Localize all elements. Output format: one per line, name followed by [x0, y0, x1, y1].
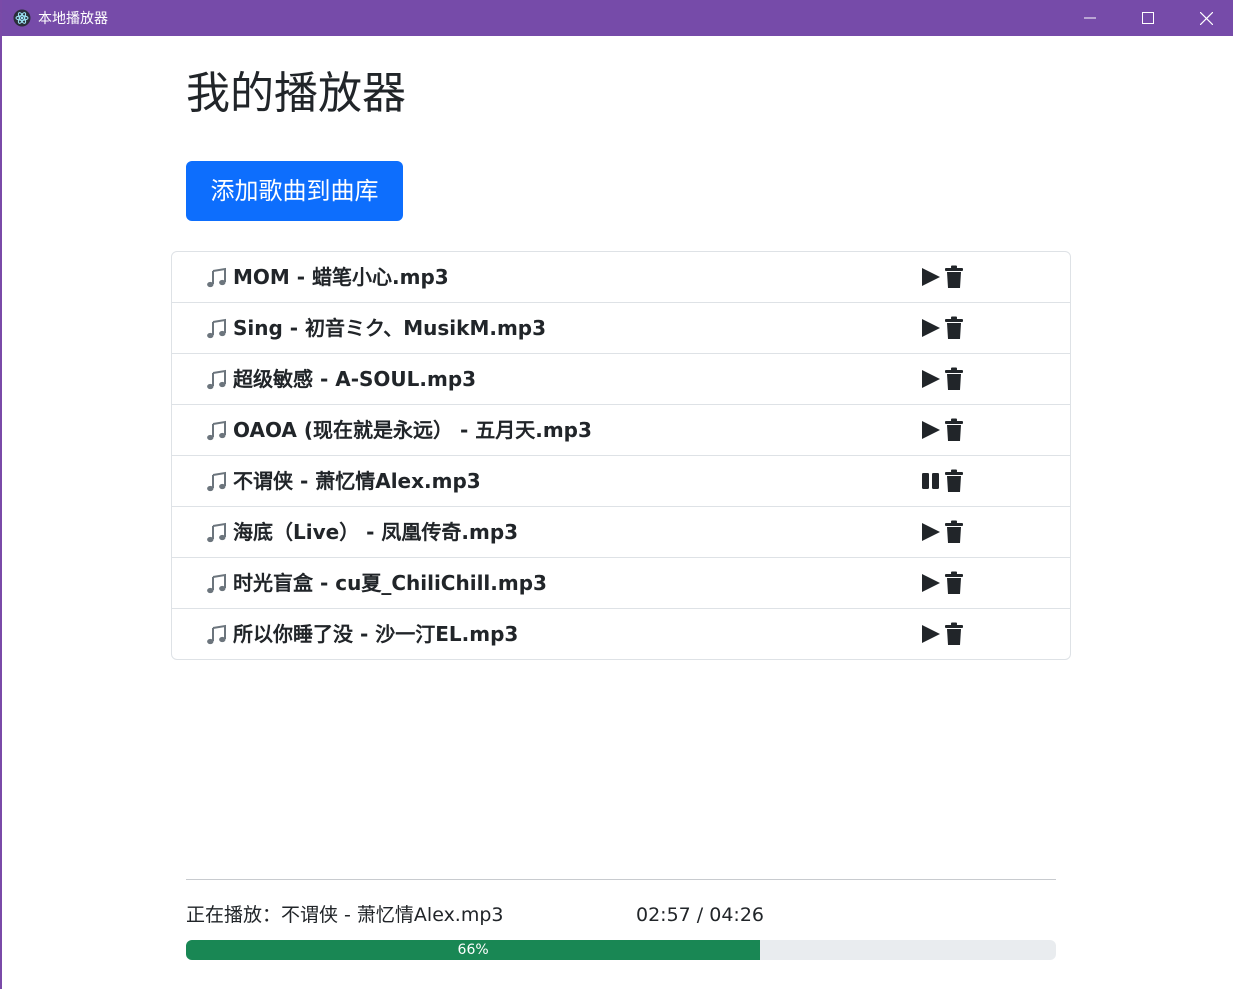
- song-name: OAOA (现在就是永远） - 五月天.mp3: [233, 418, 592, 442]
- close-icon: [1199, 11, 1213, 25]
- delete-button[interactable]: [944, 316, 964, 340]
- play-icon: [922, 523, 940, 541]
- play-button[interactable]: [920, 368, 942, 390]
- maximize-button[interactable]: [1119, 0, 1177, 36]
- music-note-icon: [207, 369, 226, 390]
- page-title: 我的播放器: [186, 68, 406, 119]
- delete-button[interactable]: [944, 469, 964, 493]
- music-note-icon: [207, 624, 226, 645]
- minimize-icon: [1084, 17, 1096, 19]
- song-list-item: 超级敏感 - A-SOUL.mp3: [172, 354, 1070, 405]
- add-song-button[interactable]: 添加歌曲到曲库: [186, 161, 403, 221]
- maximize-icon: [1142, 12, 1154, 24]
- now-playing-text: 正在播放：不谓侠 - 萧忆情Alex.mp3: [186, 904, 504, 926]
- music-note-icon: [207, 267, 226, 288]
- play-button[interactable]: [920, 419, 942, 441]
- music-note-icon: [207, 573, 226, 594]
- window-title: 本地播放器: [38, 11, 108, 27]
- music-note-icon: [207, 318, 226, 339]
- song-name: 所以你睡了没 - 沙一汀EL.mp3: [233, 622, 519, 646]
- play-button[interactable]: [920, 266, 942, 288]
- progress-bar[interactable]: 66%: [186, 940, 1056, 960]
- footer-divider: [186, 879, 1056, 880]
- play-icon: [922, 370, 940, 388]
- song-list: MOM - 蜡笔小心.mp3 Sing - 初音ミク、MusikM.mp3 超级…: [171, 251, 1071, 660]
- delete-button[interactable]: [944, 418, 964, 442]
- song-list-item: Sing - 初音ミク、MusikM.mp3: [172, 303, 1070, 354]
- play-icon: [922, 319, 940, 337]
- play-icon: [922, 421, 940, 439]
- song-list-item: OAOA (现在就是永远） - 五月天.mp3: [172, 405, 1070, 456]
- song-name: 超级敏感 - A-SOUL.mp3: [233, 367, 477, 391]
- music-note-icon: [207, 471, 226, 492]
- pause-button[interactable]: [920, 470, 942, 492]
- song-list-item: 海底（Live） - 凤凰传奇.mp3: [172, 507, 1070, 558]
- pause-icon: [932, 473, 939, 489]
- song-name: 海底（Live） - 凤凰传奇.mp3: [233, 520, 519, 544]
- song-list-item: 所以你睡了没 - 沙一汀EL.mp3: [172, 609, 1070, 659]
- delete-button[interactable]: [944, 622, 964, 646]
- song-name: MOM - 蜡笔小心.mp3: [233, 265, 449, 289]
- play-button[interactable]: [920, 623, 942, 645]
- song-name: 时光盲盒 - cu夏_ChiliChill.mp3: [233, 571, 547, 595]
- window-controls: [1061, 0, 1233, 36]
- music-note-icon: [207, 420, 226, 441]
- play-button[interactable]: [920, 521, 942, 543]
- delete-button[interactable]: [944, 367, 964, 391]
- minimize-button[interactable]: [1061, 0, 1119, 36]
- play-button[interactable]: [920, 572, 942, 594]
- song-name: Sing - 初音ミク、MusikM.mp3: [233, 316, 547, 340]
- time-readout: 02:57 / 04:26: [636, 904, 764, 926]
- pause-icon: [922, 473, 929, 489]
- play-icon: [922, 574, 940, 592]
- title-bar[interactable]: 本地播放器: [2, 0, 1233, 36]
- play-icon: [922, 625, 940, 643]
- song-list-item: MOM - 蜡笔小心.mp3: [172, 252, 1070, 303]
- app-window: 本地播放器 我的播放器 添加歌曲到曲库 MOM - 蜡笔小心.mp3 Sing …: [0, 0, 1233, 989]
- play-button[interactable]: [920, 317, 942, 339]
- song-name: 不谓侠 - 萧忆情Alex.mp3: [233, 469, 481, 493]
- delete-button[interactable]: [944, 520, 964, 544]
- delete-button[interactable]: [944, 571, 964, 595]
- song-list-item: 不谓侠 - 萧忆情Alex.mp3: [172, 456, 1070, 507]
- electron-app-icon: [13, 9, 31, 27]
- close-button[interactable]: [1177, 0, 1233, 36]
- music-note-icon: [207, 522, 226, 543]
- delete-button[interactable]: [944, 265, 964, 289]
- song-list-item: 时光盲盒 - cu夏_ChiliChill.mp3: [172, 558, 1070, 609]
- progress-fill: 66%: [186, 940, 761, 960]
- play-icon: [922, 268, 940, 286]
